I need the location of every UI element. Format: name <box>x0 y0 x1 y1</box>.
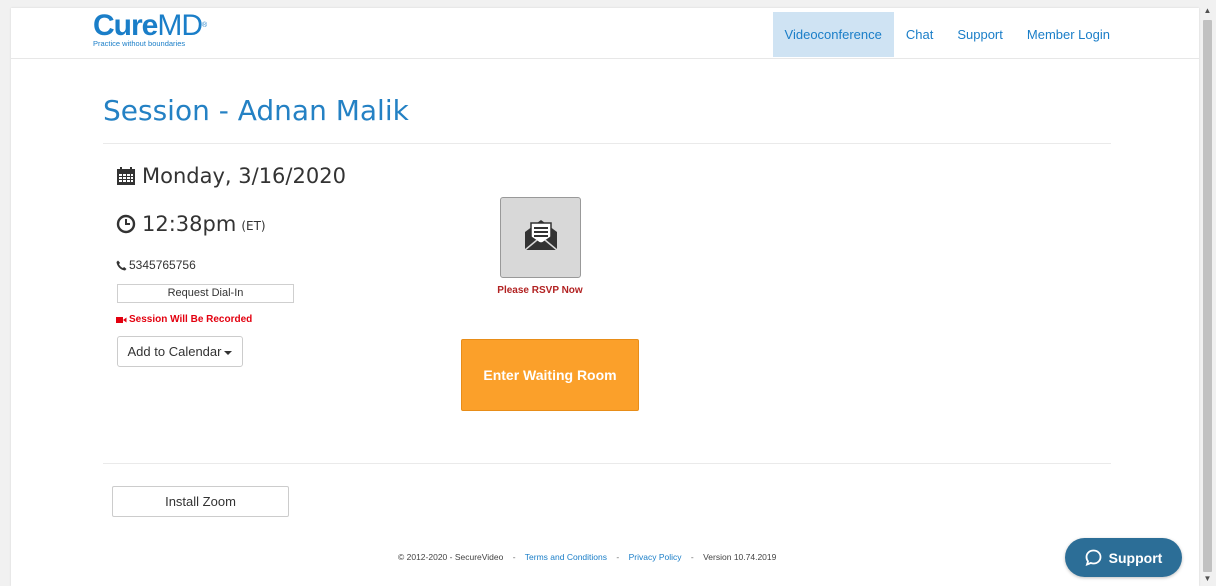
support-button-label: Support <box>1108 549 1163 566</box>
top-nav: Videoconference Chat Support Member Logi… <box>772 12 1122 57</box>
add-to-calendar-dropdown[interactable]: Add to Calendar <box>117 336 243 367</box>
scrollbar-thumb[interactable] <box>1203 20 1212 572</box>
header: CureMD® Practice without boundaries Vide… <box>11 8 1199 59</box>
page: CureMD® Practice without boundaries Vide… <box>11 8 1199 586</box>
dial-in-phone: 5345765756 <box>116 258 196 272</box>
timezone-label: (ET) <box>241 219 266 233</box>
footer: © 2012-2020 - SecureVideo - Terms and Co… <box>398 552 776 562</box>
footer-separator: - <box>512 552 516 562</box>
rsvp-label[interactable]: Please RSVP Now <box>481 285 599 296</box>
session-time-text: 12:38pm <box>142 212 237 236</box>
support-chat-button[interactable]: Support <box>1065 538 1182 577</box>
recording-notice: Session Will Be Recorded <box>116 314 252 325</box>
chat-bubble-icon <box>1085 549 1102 566</box>
nav-videoconference[interactable]: Videoconference <box>772 12 894 57</box>
divider <box>103 463 1111 464</box>
logo-cure-text: Cure <box>93 9 158 42</box>
terms-link[interactable]: Terms and Conditions <box>525 552 607 562</box>
video-camera-icon <box>116 316 127 324</box>
logo-trademark: ® <box>202 22 207 29</box>
session-time: 12:38pm (ET) <box>116 212 266 236</box>
version-text: Version 10.74.2019 <box>703 552 777 562</box>
footer-separator: - <box>616 552 620 562</box>
install-zoom-button[interactable]: Install Zoom <box>112 486 289 517</box>
envelope-open-icon <box>523 217 559 258</box>
footer-separator: - <box>690 552 694 562</box>
phone-icon <box>116 260 127 271</box>
clock-icon <box>116 214 136 234</box>
nav-chat[interactable]: Chat <box>894 12 945 57</box>
copyright-text: © 2012-2020 - SecureVideo <box>398 552 504 562</box>
curemd-logo[interactable]: CureMD® Practice without boundaries <box>93 9 207 48</box>
nav-member-login[interactable]: Member Login <box>1015 12 1122 57</box>
divider <box>103 143 1111 144</box>
rsvp-button[interactable] <box>500 197 581 278</box>
page-title: Session - Adnan Malik <box>103 94 409 127</box>
session-date: Monday, 3/16/2020 <box>116 164 346 188</box>
scroll-up-arrow-icon[interactable]: ▲ <box>1199 4 1216 18</box>
caret-down-icon <box>224 350 233 355</box>
recording-notice-text: Session Will Be Recorded <box>129 314 253 325</box>
logo-md-text: MD <box>157 9 203 42</box>
nav-support[interactable]: Support <box>945 12 1015 57</box>
privacy-link[interactable]: Privacy Policy <box>629 552 682 562</box>
request-dial-in-button[interactable]: Request Dial-In <box>117 284 294 303</box>
phone-number: 5345765756 <box>129 258 196 272</box>
calendar-icon <box>116 166 136 186</box>
scroll-down-arrow-icon[interactable]: ▼ <box>1199 572 1216 586</box>
session-date-text: Monday, 3/16/2020 <box>142 164 346 188</box>
add-to-calendar-label: Add to Calendar <box>127 344 222 359</box>
vertical-scrollbar[interactable]: ▲ ▼ <box>1199 0 1216 586</box>
enter-waiting-room-button[interactable]: Enter Waiting Room <box>461 339 639 411</box>
